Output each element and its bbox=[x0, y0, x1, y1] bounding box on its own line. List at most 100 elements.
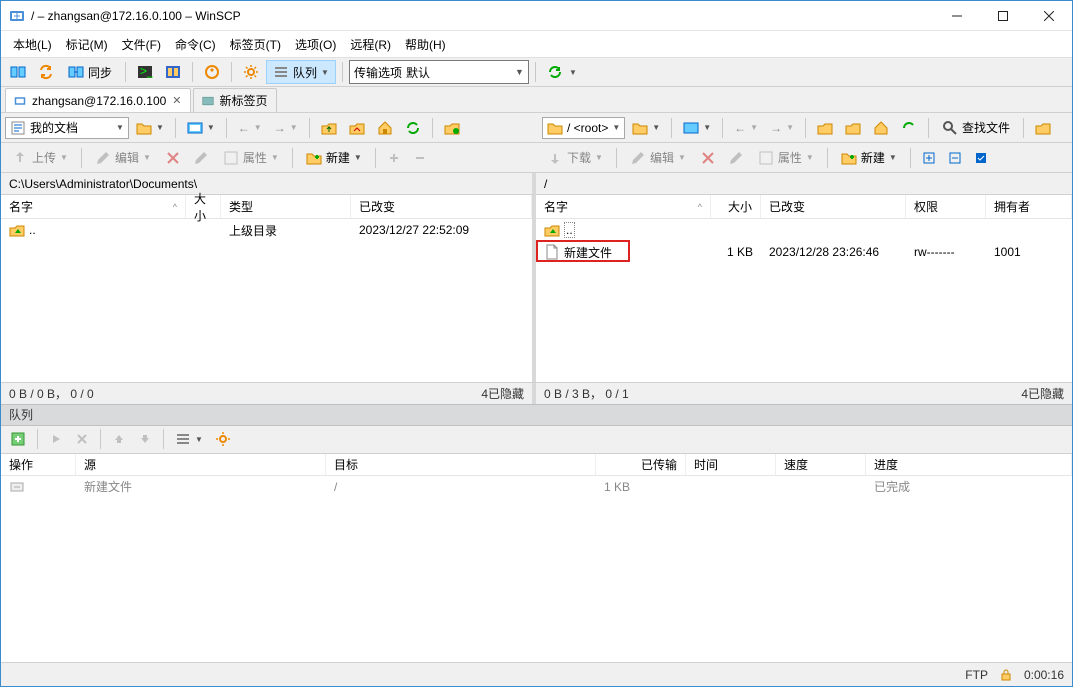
col-size[interactable]: 大小 bbox=[711, 195, 761, 218]
qcol-src[interactable]: 源 bbox=[76, 454, 326, 475]
qcol-xfer[interactable]: 已传输 bbox=[596, 454, 686, 475]
remote-root-button[interactable] bbox=[840, 116, 866, 140]
local-home-button[interactable] bbox=[372, 116, 398, 140]
protocol-label: FTP bbox=[965, 668, 988, 682]
qcol-op[interactable]: 操作 bbox=[1, 454, 76, 475]
maximize-button[interactable] bbox=[980, 1, 1026, 30]
col-owner[interactable]: 拥有者 bbox=[986, 195, 1072, 218]
local-new-button[interactable]: 新建▼ bbox=[299, 146, 369, 170]
session-tab-label: zhangsan@172.16.0.100 bbox=[32, 94, 166, 108]
download-button[interactable]: 下载▼ bbox=[540, 146, 610, 170]
minimize-button[interactable] bbox=[934, 1, 980, 30]
transfer-label: 传输选项 bbox=[354, 64, 402, 81]
list-item-up[interactable]: .. 上级目录 2023/12/27 22:52:09 bbox=[1, 219, 532, 241]
queue-columns: 操作 源 目标 已传输 时间 速度 进度 bbox=[1, 454, 1072, 476]
list-item-file[interactable]: 新建文件 1 KB 2023/12/28 23:26:46 rw------- … bbox=[536, 241, 1072, 263]
remote-fwd-button[interactable]: →▼ bbox=[765, 116, 799, 140]
remote-drive-selector[interactable]: / <root> ▼ bbox=[542, 117, 625, 139]
local-drive-selector[interactable]: 我的文档 ▼ bbox=[5, 117, 129, 139]
menu-mark[interactable]: 标记(M) bbox=[60, 33, 114, 56]
local-props-button[interactable]: 属性▼ bbox=[216, 146, 286, 170]
sync-button[interactable]: 同步 bbox=[61, 60, 119, 84]
col-rights[interactable]: 权限 bbox=[906, 195, 986, 218]
menu-commands[interactable]: 命令(C) bbox=[169, 33, 222, 56]
queue-add-button[interactable] bbox=[5, 427, 31, 451]
qcol-time[interactable]: 时间 bbox=[686, 454, 776, 475]
remote-path[interactable]: / bbox=[536, 173, 1072, 195]
remote-new-button[interactable]: 新建▼ bbox=[834, 146, 904, 170]
local-open-button[interactable]: ▼ bbox=[131, 116, 169, 140]
local-edit-button[interactable]: 编辑▼ bbox=[88, 146, 158, 170]
remote-file-list[interactable]: .. 新建文件 1 KB 2023/12/28 23:26:46 rw-----… bbox=[536, 219, 1072, 382]
remote-back-button[interactable]: ←▼ bbox=[729, 116, 763, 140]
remote-rename-button[interactable] bbox=[723, 146, 749, 170]
remote-bookmark-button[interactable] bbox=[1030, 116, 1056, 140]
remote-edit-button[interactable]: 编辑▼ bbox=[623, 146, 693, 170]
menu-tabs[interactable]: 标签页(T) bbox=[224, 33, 287, 56]
local-refresh-button[interactable] bbox=[400, 116, 426, 140]
local-fwd-button[interactable]: →▼ bbox=[269, 116, 303, 140]
menu-help[interactable]: 帮助(H) bbox=[399, 33, 452, 56]
sessions-button[interactable] bbox=[199, 60, 225, 84]
refresh-button[interactable]: ▼ bbox=[542, 60, 582, 84]
col-name[interactable]: 名字^ bbox=[536, 195, 711, 218]
compare-button[interactable] bbox=[5, 60, 31, 84]
find-files-button[interactable]: 查找文件 bbox=[935, 116, 1017, 140]
local-root-button[interactable] bbox=[344, 116, 370, 140]
close-button[interactable] bbox=[1026, 1, 1072, 30]
remote-columns: 名字^ 大小 已改变 权限 拥有者 bbox=[536, 195, 1072, 219]
queue-play-button[interactable] bbox=[44, 427, 68, 451]
qcol-dst[interactable]: 目标 bbox=[326, 454, 596, 475]
remote-minus-button[interactable] bbox=[943, 146, 967, 170]
queue-toggle-button[interactable]: 队列 ▼ bbox=[266, 60, 336, 84]
queue-list[interactable]: 新建文件 / 1 KB 已完成 bbox=[1, 476, 1072, 663]
session-tab-new[interactable]: 新标签页 bbox=[193, 88, 277, 112]
menu-remote[interactable]: 远程(R) bbox=[344, 33, 397, 56]
col-changed[interactable]: 已改变 bbox=[761, 195, 906, 218]
upload-button[interactable]: 上传▼ bbox=[5, 146, 75, 170]
queue-row[interactable]: 新建文件 / 1 KB 已完成 bbox=[1, 476, 1072, 498]
local-delete-button[interactable] bbox=[160, 146, 186, 170]
local-up-button[interactable] bbox=[316, 116, 342, 140]
local-minus-button[interactable] bbox=[408, 146, 432, 170]
commander-button[interactable] bbox=[160, 60, 186, 84]
local-file-list[interactable]: .. 上级目录 2023/12/27 22:52:09 bbox=[1, 219, 532, 382]
remote-check-button[interactable] bbox=[969, 146, 993, 170]
close-tab-icon[interactable]: ✕ bbox=[172, 94, 181, 107]
local-back-button[interactable]: ←▼ bbox=[233, 116, 267, 140]
menu-options[interactable]: 选项(O) bbox=[289, 33, 342, 56]
qcol-speed[interactable]: 速度 bbox=[776, 454, 866, 475]
col-size[interactable]: 大小 bbox=[186, 195, 221, 218]
remote-filter-button[interactable]: ▼ bbox=[678, 116, 716, 140]
col-name[interactable]: 名字^ bbox=[1, 195, 186, 218]
queue-down-button[interactable] bbox=[133, 427, 157, 451]
remote-refresh-button[interactable] bbox=[896, 116, 922, 140]
remote-open-button[interactable]: ▼ bbox=[627, 116, 665, 140]
remote-delete-button[interactable] bbox=[695, 146, 721, 170]
list-item-up[interactable]: .. bbox=[536, 219, 1072, 241]
col-type[interactable]: 类型 bbox=[221, 195, 351, 218]
local-bookmark-button[interactable] bbox=[439, 116, 465, 140]
sync-browse-button[interactable] bbox=[33, 60, 59, 84]
local-plus-button[interactable] bbox=[382, 146, 406, 170]
remote-plus-button[interactable] bbox=[917, 146, 941, 170]
queue-remove-button[interactable] bbox=[70, 427, 94, 451]
remote-up-button[interactable] bbox=[812, 116, 838, 140]
session-tab-active[interactable]: zhangsan@172.16.0.100 ✕ bbox=[5, 88, 191, 112]
menu-local[interactable]: 本地(L) bbox=[7, 33, 58, 56]
local-path[interactable]: C:\Users\Administrator\Documents\ bbox=[1, 173, 536, 195]
queue-settings-button[interactable] bbox=[210, 427, 236, 451]
qcol-prog[interactable]: 进度 bbox=[866, 454, 1072, 475]
local-rename-button[interactable] bbox=[188, 146, 214, 170]
remote-props-button[interactable]: 属性▼ bbox=[751, 146, 821, 170]
remote-home-button[interactable] bbox=[868, 116, 894, 140]
transfer-preset-dropdown[interactable]: 传输选项 默认 ▼ bbox=[349, 60, 529, 84]
local-drive-label: 我的文档 bbox=[30, 119, 78, 136]
local-filter-button[interactable]: ▼ bbox=[182, 116, 220, 140]
queue-toggle2-button[interactable]: ▼ bbox=[170, 427, 208, 451]
menu-files[interactable]: 文件(F) bbox=[116, 33, 167, 56]
preferences-button[interactable] bbox=[238, 60, 264, 84]
queue-up-button[interactable] bbox=[107, 427, 131, 451]
col-changed[interactable]: 已改变 bbox=[351, 195, 532, 218]
console-button[interactable]: >_ bbox=[132, 60, 158, 84]
